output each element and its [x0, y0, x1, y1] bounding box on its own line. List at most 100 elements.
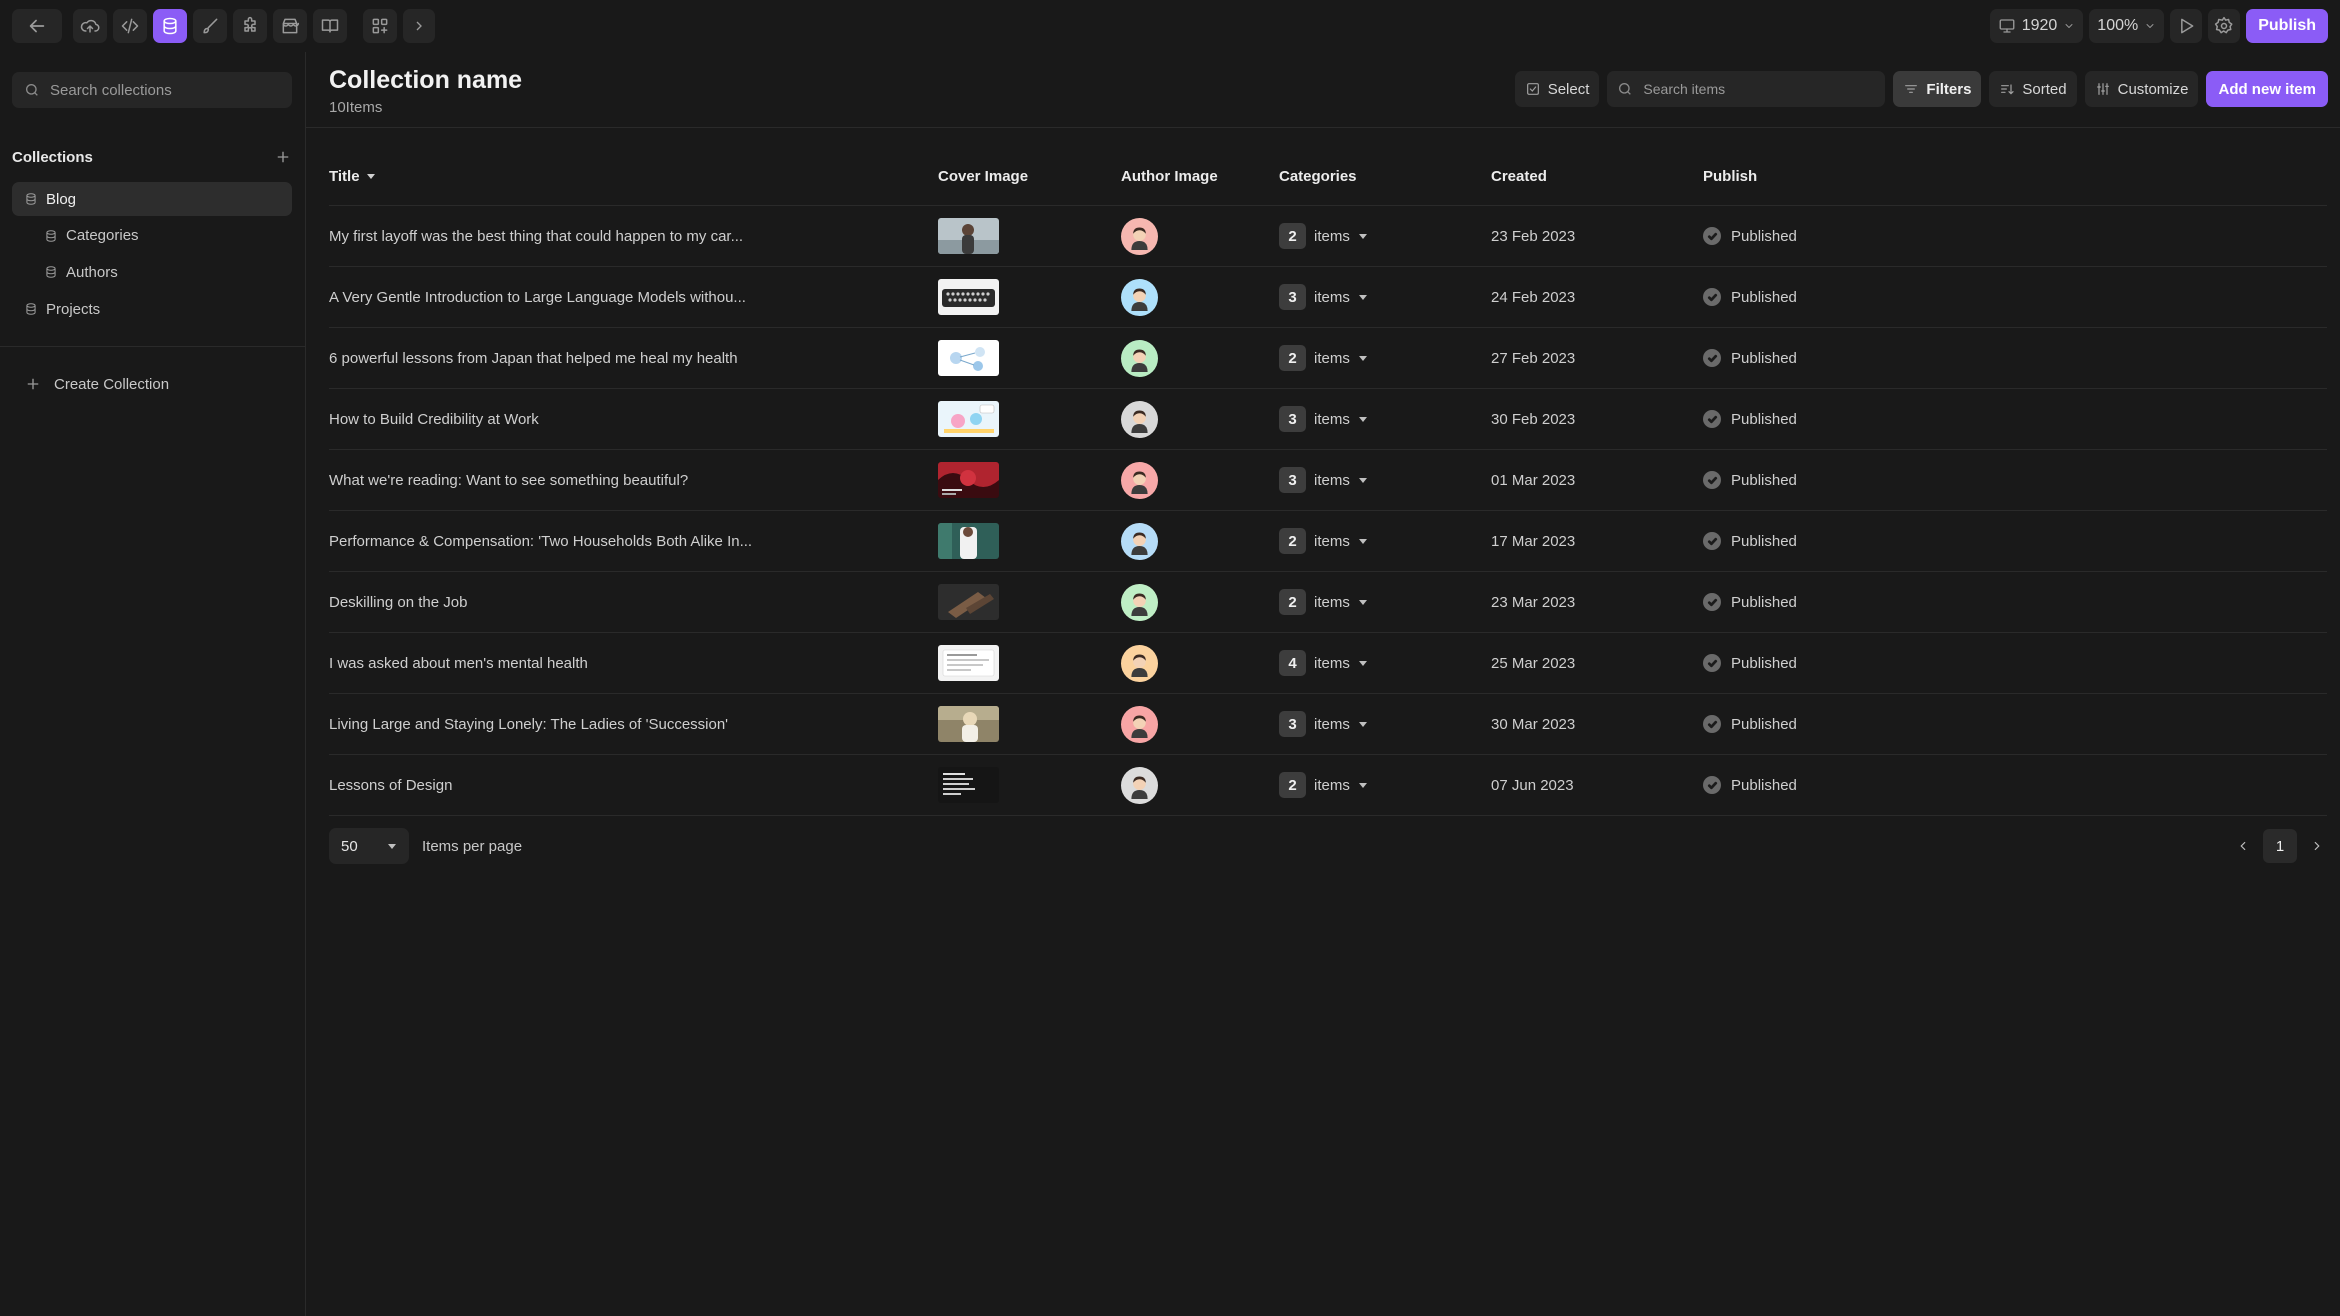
- plugins-tool[interactable]: [233, 9, 267, 43]
- row-title[interactable]: A Very Gentle Introduction to Large Lang…: [329, 267, 909, 327]
- add-new-item-button[interactable]: Add new item: [2206, 71, 2328, 107]
- back-button[interactable]: [12, 9, 62, 43]
- sidebar-item-blog[interactable]: Blog: [12, 182, 292, 216]
- categories-cell[interactable]: 2 items: [1279, 511, 1368, 571]
- database-icon: [46, 266, 56, 279]
- check-circle-icon: [1703, 288, 1721, 306]
- cover-image-cell: [938, 389, 999, 449]
- categories-cell[interactable]: 3 items: [1279, 694, 1368, 754]
- column-categories[interactable]: Categories: [1279, 146, 1357, 206]
- categories-cell[interactable]: 3 items: [1279, 450, 1368, 510]
- categories-cell[interactable]: 4 items: [1279, 633, 1368, 693]
- header-actions: Select Filters Sorted Customize Add new …: [1514, 71, 2328, 107]
- table-header: Title Cover Image Author Image Categorie…: [329, 146, 2327, 206]
- table-row[interactable]: My first layoff was the best thing that …: [329, 206, 2327, 267]
- sidebar-item-label: Projects: [46, 300, 101, 318]
- more-tools-button[interactable]: [403, 9, 435, 43]
- cloud-upload-tool[interactable]: [73, 9, 107, 43]
- avatar: [1121, 766, 1158, 804]
- select-button[interactable]: Select: [1514, 71, 1600, 107]
- avatar-face-icon: [1131, 288, 1148, 311]
- check-circle-icon: [1703, 410, 1721, 428]
- filters-button[interactable]: Filters: [1893, 71, 1982, 107]
- created-date: 25 Mar 2023: [1491, 654, 1576, 672]
- row-title[interactable]: 6 powerful lessons from Japan that helpe…: [329, 328, 909, 388]
- prev-page-button[interactable]: [2233, 829, 2253, 863]
- store-tool[interactable]: [273, 9, 307, 43]
- table-row[interactable]: Lessons of Design 2 items 07 Jun 2023 Pu…: [329, 755, 2327, 816]
- column-title[interactable]: Title: [329, 146, 376, 206]
- table-row[interactable]: A Very Gentle Introduction to Large Lang…: [329, 267, 2327, 328]
- sidebar-item-categories[interactable]: Categories: [12, 219, 292, 253]
- column-cover-image[interactable]: Cover Image: [938, 146, 1028, 206]
- table-row[interactable]: I was asked about men's mental health 4 …: [329, 633, 2327, 694]
- categories-items-label: items: [1314, 471, 1350, 489]
- created-date: 30 Feb 2023: [1491, 410, 1576, 428]
- author-image-cell: [1121, 267, 1158, 327]
- table-row[interactable]: Deskilling on the Job 2 items 23 Mar 202…: [329, 572, 2327, 633]
- categories-cell[interactable]: 3 items: [1279, 389, 1368, 449]
- column-publish[interactable]: Publish: [1703, 146, 1757, 206]
- style-tool[interactable]: [193, 9, 227, 43]
- categories-items-label: items: [1314, 715, 1350, 733]
- docs-tool[interactable]: [313, 9, 347, 43]
- categories-cell[interactable]: 2 items: [1279, 206, 1368, 266]
- row-title[interactable]: My first layoff was the best thing that …: [329, 206, 909, 266]
- table-row[interactable]: 6 powerful lessons from Japan that helpe…: [329, 328, 2327, 389]
- caret-down-icon: [388, 844, 396, 849]
- sidebar-item-projects[interactable]: Projects: [12, 292, 292, 326]
- cover-image: [938, 218, 999, 254]
- row-title[interactable]: Deskilling on the Job: [329, 572, 909, 632]
- row-title[interactable]: Performance & Compensation: 'Two Househo…: [329, 511, 909, 571]
- components-tool[interactable]: [363, 9, 397, 43]
- categories-count-badge: 2: [1279, 528, 1306, 554]
- next-page-button[interactable]: [2307, 829, 2327, 863]
- create-collection-button[interactable]: Create Collection: [24, 371, 169, 397]
- categories-count-badge: 2: [1279, 589, 1306, 615]
- code-tool[interactable]: [113, 9, 147, 43]
- table-row[interactable]: Performance & Compensation: 'Two Househo…: [329, 511, 2327, 572]
- row-title[interactable]: What we're reading: Want to see somethin…: [329, 450, 909, 510]
- categories-cell[interactable]: 2 items: [1279, 755, 1368, 815]
- page-number-button[interactable]: 1: [2263, 829, 2297, 863]
- customize-label: Customize: [2117, 80, 2189, 98]
- table-row[interactable]: Living Large and Staying Lonely: The Lad…: [329, 694, 2327, 755]
- arrow-left-icon: [29, 19, 45, 33]
- items-search-input[interactable]: [1643, 81, 1874, 97]
- filters-label: Filters: [1926, 80, 1972, 98]
- zoom-select[interactable]: 100%: [2089, 9, 2165, 43]
- publish-button[interactable]: Publish: [2246, 9, 2328, 43]
- row-title[interactable]: Lessons of Design: [329, 755, 909, 815]
- per-page-select[interactable]: 50: [329, 828, 409, 864]
- sorted-button[interactable]: Sorted: [1989, 71, 2077, 107]
- row-title[interactable]: Living Large and Staying Lonely: The Lad…: [329, 694, 909, 754]
- table-row[interactable]: How to Build Credibility at Work 3 items…: [329, 389, 2327, 450]
- table-row[interactable]: What we're reading: Want to see somethin…: [329, 450, 2327, 511]
- caret-down-icon: [1358, 356, 1367, 361]
- caret-down-icon: [1358, 417, 1367, 422]
- avatar: [1121, 644, 1158, 682]
- book-icon: [321, 19, 339, 33]
- item-count: 10Items: [329, 99, 383, 116]
- sidebar-item-authors[interactable]: Authors: [12, 255, 292, 289]
- column-author-image[interactable]: Author Image: [1121, 146, 1218, 206]
- collections-search: [12, 72, 292, 108]
- cms-tool[interactable]: [153, 9, 187, 43]
- code-icon: [121, 18, 139, 34]
- cloud-icon: [80, 19, 100, 33]
- customize-button[interactable]: Customize: [2084, 71, 2199, 107]
- sidebar-item-label: Authors: [66, 263, 118, 281]
- cover-image-cell: [938, 694, 999, 754]
- add-collection-button[interactable]: [274, 148, 292, 166]
- collections-search-input[interactable]: [50, 81, 270, 99]
- row-title[interactable]: I was asked about men's mental health: [329, 633, 909, 693]
- preview-button[interactable]: [2170, 9, 2203, 43]
- categories-cell[interactable]: 2 items: [1279, 328, 1368, 388]
- viewport-select[interactable]: 1920: [1989, 9, 2084, 43]
- row-title[interactable]: How to Build Credibility at Work: [329, 389, 909, 449]
- categories-cell[interactable]: 3 items: [1279, 267, 1368, 327]
- column-created[interactable]: Created: [1491, 146, 1547, 206]
- categories-cell[interactable]: 2 items: [1279, 572, 1368, 632]
- status-badge: Published: [1731, 532, 1797, 550]
- settings-button[interactable]: [2208, 9, 2241, 43]
